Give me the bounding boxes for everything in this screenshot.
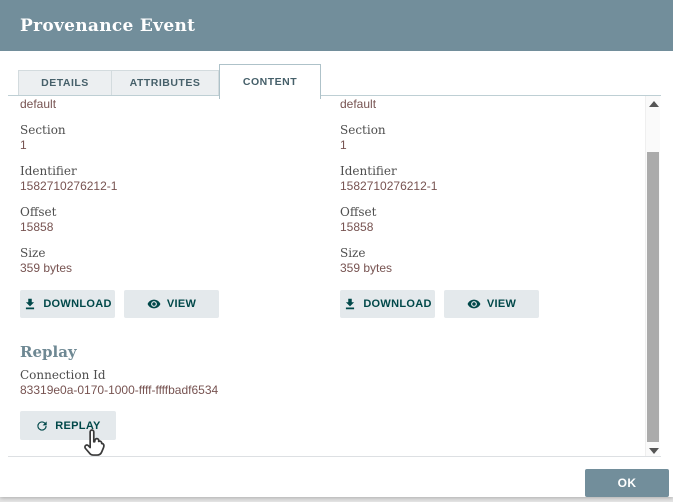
field-offset: Offset 15858 [20,205,320,235]
view-button-label: VIEW [166,298,197,310]
field-label: Section [340,123,386,137]
scrollbar-down-arrow[interactable] [649,448,659,454]
scrollbar-thumb[interactable] [647,152,659,442]
ok-button[interactable]: OK [585,469,669,497]
field-value: 1 [340,138,347,152]
replay-heading: Replay [20,343,77,361]
view-button[interactable]: VIEW [124,290,219,318]
field-value: 1 [20,138,27,152]
claim-partial-value: default [340,97,377,111]
field-value: 359 bytes [340,261,393,275]
field-value: 1582710276212-1 [20,179,118,193]
field-identifier: Identifier 1582710276212-1 [20,164,320,194]
field-value: 15858 [340,220,374,234]
download-button[interactable]: DOWNLOAD [20,290,115,318]
download-button[interactable]: DOWNLOAD [340,290,435,318]
view-button-label: VIEW [486,298,517,310]
field-label: Size [20,246,46,260]
dialog-header: Provenance Event [0,0,673,51]
field-label: Identifier [340,164,397,178]
field-section: Section 1 [340,123,640,153]
download-button-label: DOWNLOAD [43,298,112,310]
replay-button[interactable]: REPLAY [20,411,116,440]
field-label: Size [340,246,366,260]
dialog-title: Provenance Event [20,15,196,36]
tab-details[interactable]: DETAILS [18,70,112,95]
tab-attributes[interactable]: ATTRIBUTES [111,70,219,95]
download-button-label: DOWNLOAD [363,298,432,310]
provenance-event-dialog: Provenance Event DETAILS ATTRIBUTES CONT… [0,0,673,497]
content-claim-column-right: default Section 1 Identifier 15827102762… [340,97,640,318]
download-icon [346,298,355,310]
field-value: 1582710276212-1 [340,179,438,193]
eye-icon [467,299,481,309]
eye-icon [147,299,161,309]
view-button[interactable]: VIEW [444,290,539,318]
field-label: Offset [340,205,377,219]
scrollbar-up-arrow[interactable] [649,101,659,107]
tab-content-active[interactable]: CONTENT [219,64,321,99]
claim-partial-value: default [20,97,57,111]
field-value: 15858 [20,220,54,234]
content-claim-column-left: default Section 1 Identifier 15827102762… [20,97,320,318]
claim-actions: DOWNLOAD VIEW [340,290,640,318]
field-section: Section 1 [20,123,320,153]
download-icon [26,298,35,310]
connection-id-value: 83319e0a-0170-1000-ffff-ffffbadf6534 [20,383,219,397]
field-size: Size 359 bytes [20,246,320,276]
connection-id-label: Connection Id [20,368,106,382]
field-label: Section [20,123,66,137]
claim-actions: DOWNLOAD VIEW [20,290,320,318]
field-label: Offset [20,205,57,219]
field-identifier: Identifier 1582710276212-1 [340,164,640,194]
field-value: 359 bytes [20,261,73,275]
tab-underline [8,95,661,96]
footer-separator [8,456,661,457]
field-offset: Offset 15858 [340,205,640,235]
replay-button-label: REPLAY [55,419,101,432]
refresh-icon [37,420,47,431]
field-label: Identifier [20,164,77,178]
field-size: Size 359 bytes [340,246,640,276]
